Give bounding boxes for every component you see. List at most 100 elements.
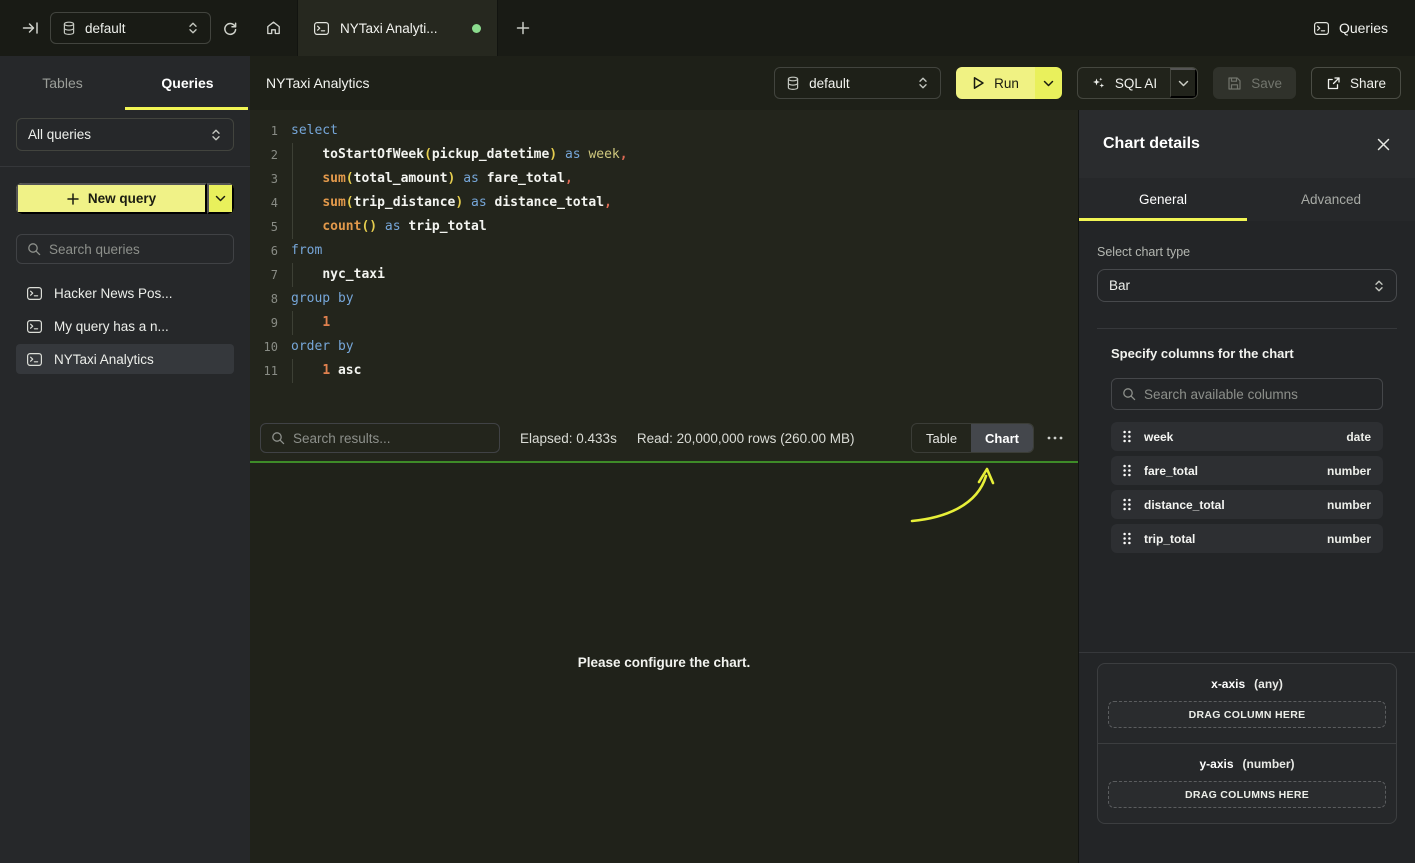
main-area: NYTaxi Analytics default Run (250, 56, 1415, 863)
panel-tab-advanced-label: Advanced (1301, 192, 1361, 207)
line-number: 4 (250, 191, 278, 215)
chart-view-button[interactable]: Chart (971, 424, 1033, 452)
search-icon (271, 431, 285, 445)
sidebar-divider (0, 166, 250, 167)
code-line[interactable]: 1 select (250, 119, 1078, 143)
table-view-button[interactable]: Table (912, 424, 971, 452)
sql-ai-button-group: SQL AI (1077, 67, 1198, 99)
sql-ai-dropdown-button[interactable] (1170, 68, 1197, 98)
home-tab[interactable] (250, 0, 297, 56)
line-number: 1 (250, 119, 278, 143)
save-button[interactable]: Save (1213, 67, 1296, 99)
new-tab-button[interactable] (498, 0, 547, 56)
drag-handle-icon[interactable] (1123, 532, 1131, 545)
query-list-item[interactable]: NYTaxi Analytics (16, 344, 234, 374)
new-query-dropdown-button[interactable] (207, 183, 234, 214)
column-type: date (1346, 430, 1371, 444)
ellipsis-icon (1047, 436, 1063, 440)
sidebar-tab-queries[interactable]: Queries (125, 56, 250, 110)
column-chip[interactable]: trip_totalnumber (1111, 524, 1383, 553)
column-chip[interactable]: fare_totalnumber (1111, 456, 1383, 485)
code-line[interactable]: 2 toStartOfWeek(pickup_datetime) as week… (250, 143, 1078, 167)
indent-guide (292, 143, 293, 167)
refresh-button[interactable] (222, 20, 238, 36)
query-tab[interactable]: NYTaxi Analyti... (297, 0, 498, 56)
sql-editor[interactable]: 1 select2 toStartOfWeek(pickup_datetime) … (250, 110, 1078, 415)
chevron-down-icon (1178, 80, 1189, 87)
code-line[interactable]: 10order by (250, 335, 1078, 359)
search-icon (1122, 387, 1136, 401)
run-button[interactable]: Run (956, 67, 1035, 99)
x-axis-section: x-axis (any) DRAG COLUMN HERE (1098, 664, 1396, 743)
axis-config-box: x-axis (any) DRAG COLUMN HERE y-axis (1097, 663, 1397, 824)
column-chip[interactable]: distance_totalnumber (1111, 490, 1383, 519)
line-number: 8 (250, 287, 278, 311)
save-icon (1227, 76, 1242, 91)
run-dropdown-button[interactable] (1035, 67, 1062, 99)
x-axis-dropzone[interactable]: DRAG COLUMN HERE (1108, 701, 1386, 728)
share-icon (1326, 76, 1341, 91)
query-filter-select[interactable]: All queries (16, 118, 234, 151)
drag-handle-icon[interactable] (1123, 498, 1131, 511)
indent-guide (292, 191, 293, 215)
code-line[interactable]: 6from (250, 239, 1078, 263)
panel-tab-advanced[interactable]: Advanced (1247, 178, 1415, 221)
more-options-button[interactable] (1047, 436, 1063, 440)
panel-tabs: General Advanced (1079, 178, 1415, 221)
code-line[interactable]: 8 group by (250, 287, 1078, 311)
queries-button-label: Queries (1339, 20, 1388, 36)
collapse-sidebar-button[interactable] (22, 20, 39, 36)
unsaved-changes-dot (472, 24, 481, 33)
chart-type-select[interactable]: Bar (1097, 269, 1397, 302)
code-line[interactable]: 4 sum(trip_distance) as distance_total, (250, 191, 1078, 215)
code-text: select (291, 119, 338, 143)
code-line[interactable]: 5 count() as trip_total (250, 215, 1078, 239)
column-chip[interactable]: week date (1111, 422, 1383, 451)
line-number: 2 (250, 143, 278, 167)
sql-console-app: default NYTaxi (0, 0, 1415, 863)
code-line[interactable]: 9 1 (250, 311, 1078, 335)
code-text: nyc_taxi (291, 263, 385, 287)
search-results-input[interactable] (293, 431, 489, 446)
sidebar: Tables Queries All queries New query (0, 56, 250, 863)
queries-button[interactable]: Queries (1314, 20, 1388, 36)
column-chip-list: week date fare_totalnumber distance_total… (1111, 422, 1383, 553)
sql-ai-label: SQL AI (1115, 76, 1157, 91)
close-panel-button[interactable] (1377, 138, 1390, 151)
query-list-item[interactable]: My query has a n... (16, 311, 234, 341)
sparkles-icon (1091, 76, 1106, 91)
y-axis-dropzone[interactable]: DRAG COLUMNS HERE (1108, 781, 1386, 808)
sidebar-tab-tables[interactable]: Tables (0, 56, 125, 110)
panel-tab-general[interactable]: General (1079, 178, 1247, 221)
code-text: group by (291, 287, 354, 311)
column-name: week (1144, 430, 1173, 444)
share-button[interactable]: Share (1311, 67, 1401, 99)
columns-section-label: Specify columns for the chart (1097, 346, 1397, 361)
rows-read-stats: Read: 20,000,000 rows (260.00 MB) (637, 431, 855, 446)
chevron-updown-icon (187, 21, 199, 35)
plus-icon (67, 193, 79, 205)
query-list-item[interactable]: Hacker News Pos... (16, 278, 234, 308)
drag-handle-icon[interactable] (1123, 464, 1131, 477)
sql-ai-button[interactable]: SQL AI (1078, 68, 1170, 98)
y-axis-label: y-axis (1199, 757, 1233, 771)
new-query-button[interactable]: New query (16, 183, 207, 214)
new-query-button-group: New query (16, 183, 234, 214)
line-number: 9 (250, 311, 278, 335)
code-line[interactable]: 7 nyc_taxi (250, 263, 1078, 287)
search-queries-input[interactable] (49, 242, 223, 257)
line-number: 5 (250, 215, 278, 239)
database-icon (62, 21, 76, 36)
panel-body: Select chart type Bar Specify columns fo… (1079, 221, 1415, 863)
code-line[interactable]: 11 1 asc (250, 359, 1078, 383)
drag-handle-icon[interactable] (1123, 430, 1131, 443)
x-axis-label: x-axis (1211, 677, 1245, 691)
code-text: from (291, 239, 322, 263)
code-text: count() as trip_total (291, 215, 487, 239)
toolbar-database-selector[interactable]: default (774, 67, 941, 99)
code-line[interactable]: 3 sum(total_amount) as fare_total, (250, 167, 1078, 191)
database-selector[interactable]: default (50, 12, 211, 44)
columns-section: week date fare_totalnumber distance_total… (1097, 361, 1397, 553)
search-columns-input[interactable] (1144, 387, 1372, 402)
column-name: trip_total (1144, 532, 1195, 546)
